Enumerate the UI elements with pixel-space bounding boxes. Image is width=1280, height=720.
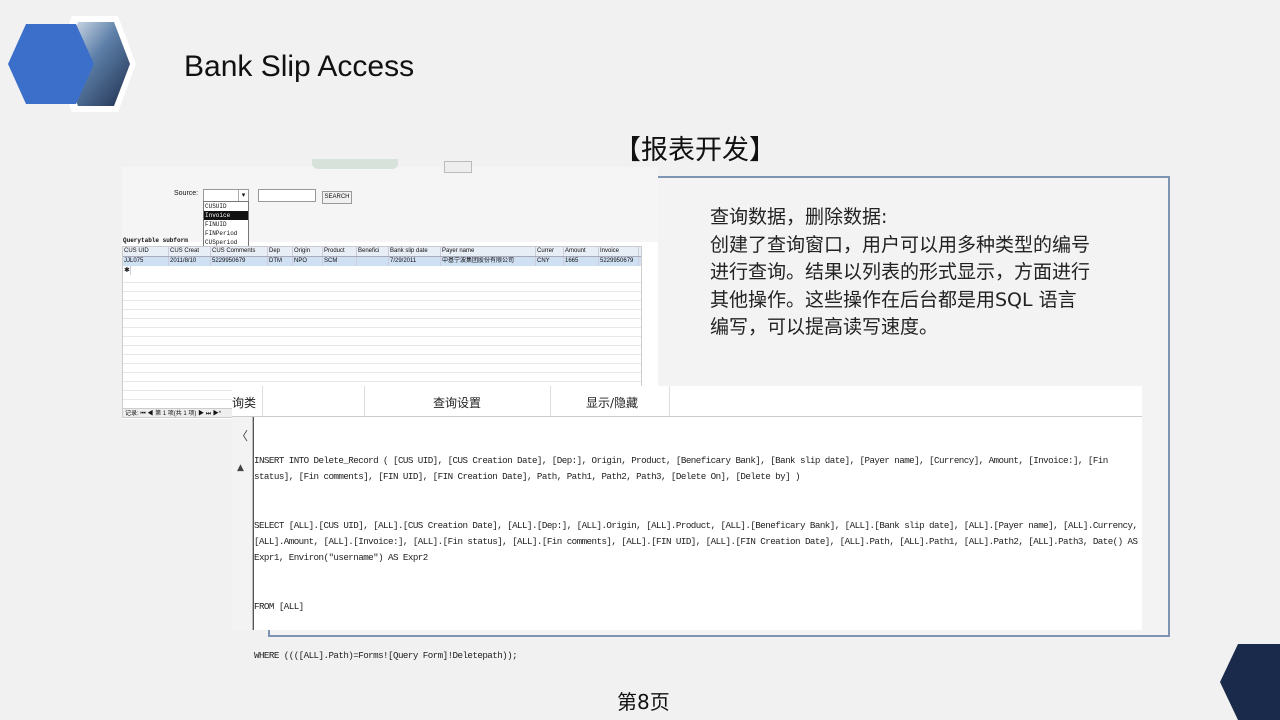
column-header[interactable]: CUS Creat bbox=[169, 247, 211, 256]
form-header-area: Source: ▾ CUSUID Invoice FINUID FINPerio… bbox=[122, 159, 658, 248]
new-record-row[interactable]: ✱ bbox=[123, 266, 641, 275]
column-header[interactable]: Benefici bbox=[357, 247, 389, 256]
column-header[interactable]: Invoice bbox=[599, 247, 639, 256]
table-cell[interactable]: 2011/8/10 bbox=[169, 257, 211, 266]
corner-decoration bbox=[1220, 644, 1280, 720]
sql-view-screenshot: 询类型 查询设置 显示/隐藏 〈 ▲ INSERT INTO Delete_Re… bbox=[232, 386, 1142, 661]
column-header[interactable]: Currer bbox=[536, 247, 564, 256]
description-line: 编写，可以提高读写速度。 bbox=[710, 316, 939, 338]
ribbon-tabs: 询类型 查询设置 显示/隐藏 bbox=[232, 386, 1142, 444]
table-cell[interactable]: CNY bbox=[536, 257, 564, 266]
section-title: 【报表开发】 bbox=[614, 135, 776, 166]
sql-line: FROM [ALL] bbox=[254, 601, 304, 613]
new-record-icon: ✱ bbox=[124, 266, 131, 275]
column-header[interactable]: Bank slip date bbox=[389, 247, 441, 256]
header-hexagon-decoration bbox=[8, 16, 136, 112]
description-line: 进行查询。结果以列表的形式显示，方面进行 bbox=[710, 261, 1091, 283]
table-cell[interactable]: DTM bbox=[268, 257, 293, 266]
column-header[interactable]: CUS Comments bbox=[211, 247, 268, 256]
chevron-down-icon[interactable]: ▾ bbox=[238, 190, 248, 201]
tab-divider bbox=[669, 386, 670, 416]
subform-label: Querytable subform bbox=[123, 237, 188, 244]
top-button[interactable] bbox=[444, 161, 472, 173]
table-row[interactable]: JJL075 2011/8/10 5229950679 DTM NPO SCM … bbox=[123, 257, 641, 266]
table-cell[interactable]: 中基宁波集团股份有限公司 bbox=[441, 257, 536, 266]
source-dropdown-list[interactable]: CUSUID Invoice FINUID FINPeriod CUSperio… bbox=[203, 201, 249, 248]
column-header[interactable]: CUS UID bbox=[123, 247, 169, 256]
source-label: Source: bbox=[174, 190, 199, 197]
search-button[interactable]: SEARCH bbox=[322, 191, 352, 204]
column-header[interactable]: Payer name bbox=[441, 247, 536, 256]
table-cell[interactable]: SCM bbox=[323, 257, 357, 266]
sql-editor[interactable]: INSERT INTO Delete_Record ( [CUS UID], [… bbox=[254, 420, 1138, 697]
logo-strip bbox=[312, 159, 398, 169]
chevron-left-icon[interactable]: 〈 bbox=[236, 427, 248, 444]
sql-line: INSERT INTO Delete_Record ( [CUS UID], [… bbox=[254, 454, 1113, 482]
description-line: 其他操作。这些操作在后台都是用SQL 语言 bbox=[710, 288, 1077, 311]
column-header[interactable]: Dep bbox=[268, 247, 293, 256]
description-line: 查询数据，删除数据: bbox=[710, 206, 888, 228]
search-input[interactable] bbox=[258, 189, 316, 202]
tab-query-setup[interactable]: 查询设置 bbox=[392, 386, 522, 416]
grid-header-row: CUS UID CUS Creat CUS Comments Dep Origi… bbox=[123, 247, 641, 257]
source-option[interactable]: CUSUID bbox=[204, 202, 248, 211]
column-header[interactable]: Product bbox=[323, 247, 357, 256]
table-cell[interactable] bbox=[357, 257, 389, 266]
table-cell[interactable]: JJL075 bbox=[123, 257, 169, 266]
record-navigation-bar[interactable]: 记录: ⏮ ◀ 第 1 项(共 1 项) ▶ ⏭ ▶* bbox=[122, 408, 238, 418]
table-cell[interactable]: NPO bbox=[293, 257, 323, 266]
description-text: 查询数据，删除数据: 创建了查询窗口，用户可以用多种类型的编号 进行查询。结果以… bbox=[710, 204, 1140, 342]
page-number: 第8页 bbox=[617, 690, 670, 714]
tab-divider bbox=[364, 386, 365, 416]
triangle-up-icon[interactable]: ▲ bbox=[237, 463, 244, 473]
access-query-form-screenshot: Source: ▾ CUSUID Invoice FINUID FINPerio… bbox=[122, 159, 658, 419]
slide-title: Bank Slip Access bbox=[184, 50, 415, 83]
description-line: 创建了查询窗口，用户可以用多种类型的编号 bbox=[710, 233, 1091, 256]
column-header[interactable]: Amount bbox=[564, 247, 599, 256]
sql-line: WHERE ((([ALL].Path)=Forms![Query Form]!… bbox=[254, 650, 518, 662]
tab-divider bbox=[550, 386, 551, 416]
table-cell[interactable]: 1665 bbox=[564, 257, 599, 266]
column-header[interactable]: Origin bbox=[293, 247, 323, 256]
tab-show-hide[interactable]: 显示/隐藏 bbox=[562, 386, 662, 416]
navigation-pane-collapsed[interactable]: 〈 ▲ bbox=[232, 417, 253, 630]
source-option-selected[interactable]: Invoice bbox=[204, 211, 248, 220]
source-option[interactable]: FINPeriod bbox=[204, 229, 248, 238]
sql-line: SELECT [ALL].[CUS UID], [ALL].[CUS Creat… bbox=[254, 519, 1143, 564]
source-option[interactable]: FINUID bbox=[204, 220, 248, 229]
tab-query-type[interactable]: 询类型 bbox=[232, 386, 263, 444]
table-cell[interactable]: 5229950679 bbox=[599, 257, 639, 266]
table-cell[interactable]: 5229950679 bbox=[211, 257, 268, 266]
table-cell[interactable]: 7/29/2011 bbox=[389, 257, 441, 266]
